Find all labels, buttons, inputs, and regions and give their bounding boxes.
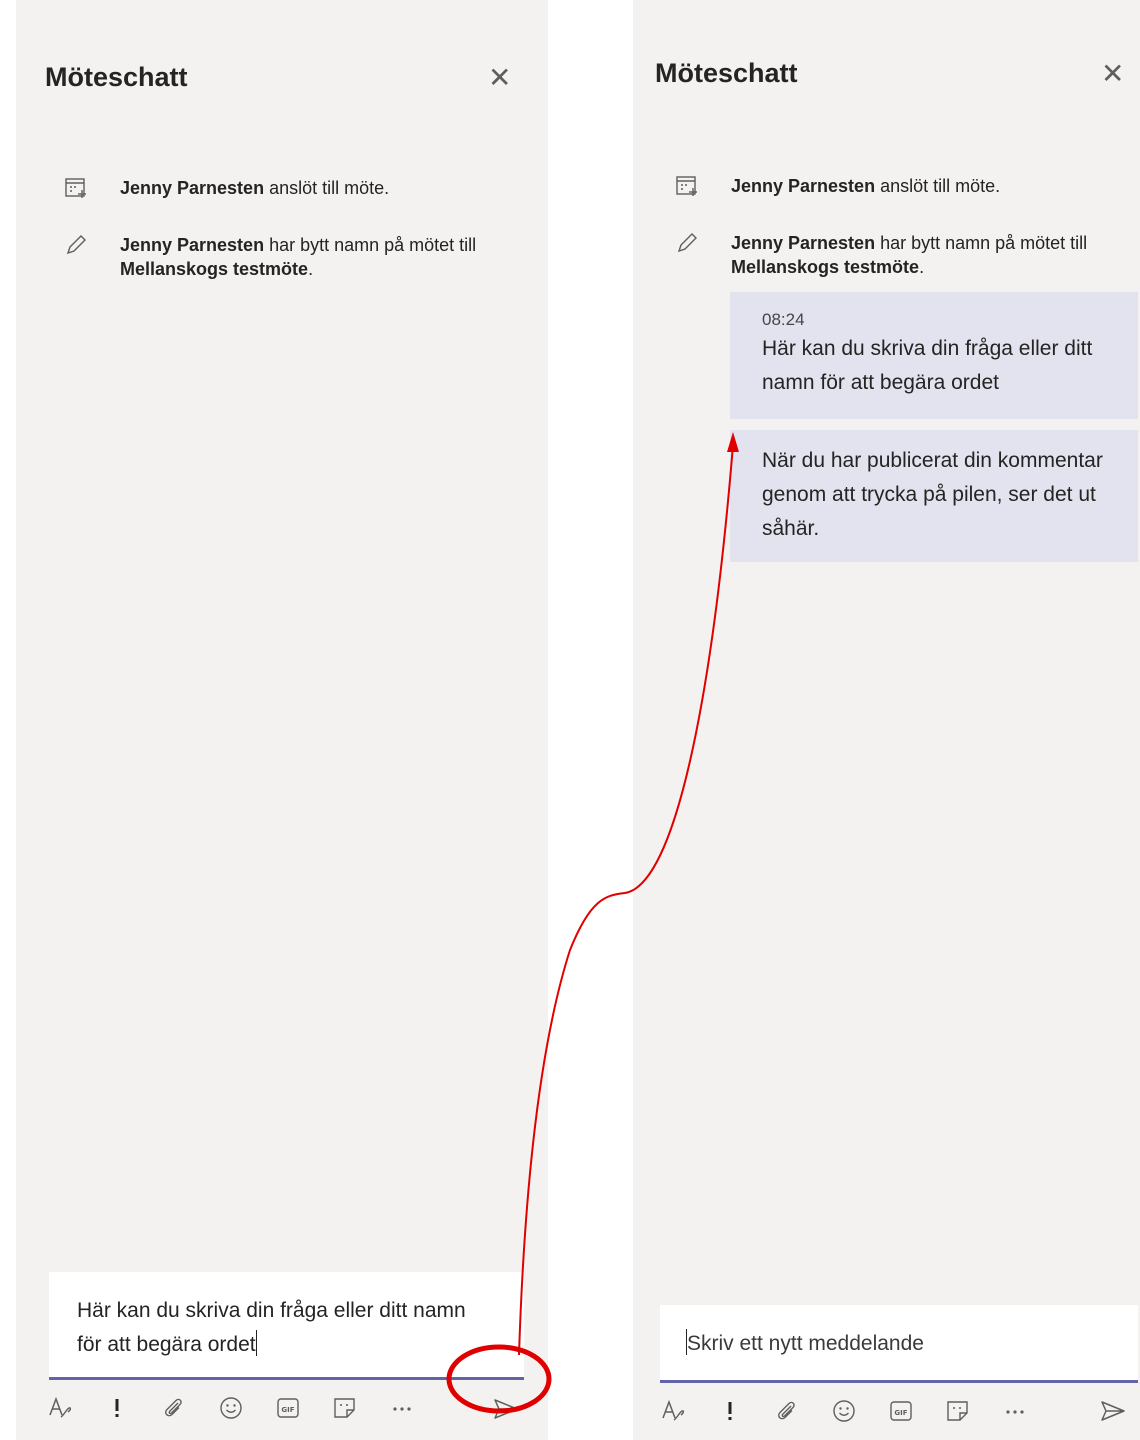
close-icon[interactable]: ✕ [1101,60,1124,88]
message-input[interactable]: Här kan du skriva din fråga eller ditt n… [49,1272,524,1380]
meeting-name: Mellanskogs testmöte [731,257,920,277]
panel-title: Möteschatt [655,58,798,88]
meeting-name: Mellanskogs testmöte [120,259,309,279]
event-author: Jenny Parnesten [731,176,876,196]
panel-title: Möteschatt [45,62,188,92]
event-renamed: Jenny Parnesten har bytt namn på mötet t… [64,233,520,281]
chat-panel-before: Möteschatt ✕ Jenny Parnesten anslöt till… [16,0,548,1440]
send-icon[interactable] [1093,1391,1133,1431]
attach-icon[interactable] [154,1388,194,1428]
compose-toolbar: GIF [40,1388,439,1428]
attach-icon[interactable] [767,1391,807,1431]
compose-toolbar: GIF [653,1391,1052,1431]
gif-icon[interactable]: GIF [268,1388,308,1428]
chat-message[interactable]: 08:24 Här kan du skriva din fråga eller … [730,292,1138,419]
event-text: har bytt namn på mötet till [264,235,477,255]
important-icon[interactable] [97,1388,137,1428]
event-text: har bytt namn på mötet till [875,233,1088,253]
svg-text:GIF: GIF [894,1409,907,1417]
event-joined: Jenny Parnesten anslöt till möte. [675,174,1121,198]
message-text: När du har publicerat din kommentar geno… [762,449,1103,540]
chat-panel-after: Möteschatt ✕ Jenny Parnesten anslöt till… [633,0,1140,1440]
message-text: Här kan du skriva din fråga eller ditt n… [762,337,1093,394]
more-icon[interactable] [995,1391,1035,1431]
important-icon[interactable] [710,1391,750,1431]
message-timestamp: 08:24 [762,310,805,329]
pencil-icon [675,231,703,255]
chat-message[interactable]: När du har publicerat din kommentar geno… [730,430,1138,562]
message-input[interactable]: Skriv ett nytt meddelande [660,1305,1138,1383]
pencil-icon [64,233,92,257]
event-joined: Jenny Parnesten anslöt till möte. [64,176,520,200]
format-icon[interactable] [40,1388,80,1428]
event-renamed: Jenny Parnesten har bytt namn på mötet t… [675,231,1121,279]
emoji-icon[interactable] [824,1391,864,1431]
event-author: Jenny Parnesten [120,178,265,198]
event-text: anslöt till möte. [875,176,1001,196]
event-author: Jenny Parnesten [731,233,876,253]
text-cursor [255,1330,257,1356]
sticker-icon[interactable] [325,1388,365,1428]
svg-text:GIF: GIF [281,1406,294,1414]
event-author: Jenny Parnesten [120,235,265,255]
event-text: anslöt till möte. [264,178,390,198]
message-input-placeholder: Skriv ett nytt meddelande [687,1332,924,1355]
format-icon[interactable] [653,1391,693,1431]
emoji-icon[interactable] [211,1388,251,1428]
sticker-icon[interactable] [938,1391,978,1431]
send-icon[interactable] [486,1389,526,1429]
calendar-join-icon [675,174,703,198]
message-input-value: Här kan du skriva din fråga eller ditt n… [77,1299,466,1356]
close-icon[interactable]: ✕ [488,64,511,92]
more-icon[interactable] [382,1388,422,1428]
calendar-join-icon [64,176,92,200]
gif-icon[interactable]: GIF [881,1391,921,1431]
